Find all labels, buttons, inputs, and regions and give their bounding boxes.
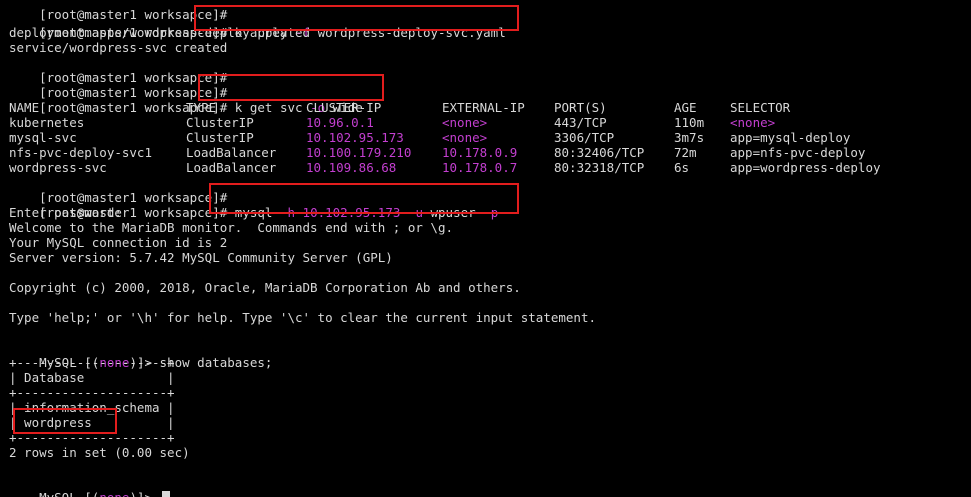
table-row: mysql-svc ClusterIP 10.102.95.173 <none>… (9, 130, 959, 145)
svc-external-ip: <none> (442, 130, 488, 145)
terminal-line: [root@master1 worksapce]# (9, 55, 227, 85)
svc-ports: 80:32318/TCP (554, 160, 645, 175)
terminal-line: [root@master1 worksapce]# (9, 70, 227, 100)
svc-selector: app=mysql-deploy (730, 130, 851, 145)
table-header-row: NAME TYPE CLUSTER-IP EXTERNAL-IP PORT(S)… (9, 100, 959, 115)
svc-selector: <none> (730, 115, 776, 130)
column-header: CLUSTER-IP (306, 100, 382, 115)
mysql-prompt-db: none (99, 490, 129, 497)
svc-age: 110m (674, 115, 705, 130)
output-line: Enter password: (9, 205, 122, 220)
svc-ports: 3306/TCP (554, 130, 615, 145)
highlight-box (13, 408, 117, 434)
table-border: +--------------------+ (9, 385, 175, 400)
sql-command: show databases; (159, 355, 273, 370)
table-border: +--------------------+ (9, 355, 175, 370)
highlight-box (198, 74, 384, 101)
highlight-box (194, 5, 519, 31)
output-line: 2 rows in set (0.00 sec) (9, 445, 190, 460)
mysql-prompt: MySQL [( (39, 490, 99, 497)
svc-type: LoadBalancer (186, 145, 277, 160)
svc-age: 3m7s (674, 130, 705, 145)
svc-external-ip: <none> (442, 115, 488, 130)
svc-type: ClusterIP (186, 130, 254, 145)
output-line: service/wordpress-svc created (9, 40, 228, 55)
svc-name: wordpress-svc (9, 160, 107, 175)
column-header: EXTERNAL-IP (442, 100, 525, 115)
output-line: Type 'help;' or '\h' for help. Type '\c'… (9, 310, 596, 325)
column-header: NAME (9, 100, 40, 115)
terminal-line: [root@master1 worksapce]# (9, 175, 227, 205)
svc-type: LoadBalancer (186, 160, 277, 175)
svc-type: ClusterIP (186, 115, 254, 130)
highlight-box (209, 183, 519, 214)
svc-age: 6s (674, 160, 690, 175)
column-header: PORT(S) (554, 100, 607, 115)
svc-age: 72m (674, 145, 697, 160)
column-header: SELECTOR (730, 100, 791, 115)
svc-name: nfs-pvc-deploy-svc1 (9, 145, 152, 160)
svc-selector: app=nfs-pvc-deploy (730, 145, 866, 160)
table-row: kubernetes ClusterIP 10.96.0.1 <none> 44… (9, 115, 959, 130)
svc-external-ip: 10.178.0.9 (442, 145, 518, 160)
svc-name: kubernetes (9, 115, 85, 130)
mysql-prompt-line[interactable]: MySQL [(none)]> (9, 475, 170, 497)
mysql-prompt-line: MySQL [(none)]> show databases; (9, 340, 272, 370)
output-line: Your MySQL connection id is 2 (9, 235, 228, 250)
terminal-window[interactable]: [root@master1 worksapce]# [root@master1 … (0, 0, 971, 497)
table-header-row: | Database | (9, 370, 175, 385)
svc-cluster-ip: 10.96.0.1 (306, 115, 374, 130)
svc-ports: 443/TCP (554, 115, 607, 130)
table-row: wordpress-svc LoadBalancer 10.109.86.68 … (9, 160, 959, 175)
svc-cluster-ip: 10.109.86.68 (306, 160, 397, 175)
svc-name: mysql-svc (9, 130, 77, 145)
output-line: Welcome to the MariaDB monitor. Commands… (9, 220, 454, 235)
svc-selector: app=wordpress-deploy (730, 160, 881, 175)
column-header: AGE (674, 100, 697, 115)
output-line: Server version: 5.7.42 MySQL Community S… (9, 250, 393, 265)
svc-cluster-ip: 10.100.179.210 (306, 145, 412, 160)
svc-cluster-ip: 10.102.95.173 (306, 130, 404, 145)
column-header: TYPE (186, 100, 217, 115)
output-line: Copyright (c) 2000, 2018, Oracle, MariaD… (9, 280, 521, 295)
text-cursor (161, 491, 170, 497)
svc-external-ip: 10.178.0.7 (442, 160, 518, 175)
mysql-prompt: )]> (129, 490, 159, 497)
table-row: nfs-pvc-deploy-svc1 LoadBalancer 10.100.… (9, 145, 959, 160)
svc-ports: 80:32406/TCP (554, 145, 645, 160)
